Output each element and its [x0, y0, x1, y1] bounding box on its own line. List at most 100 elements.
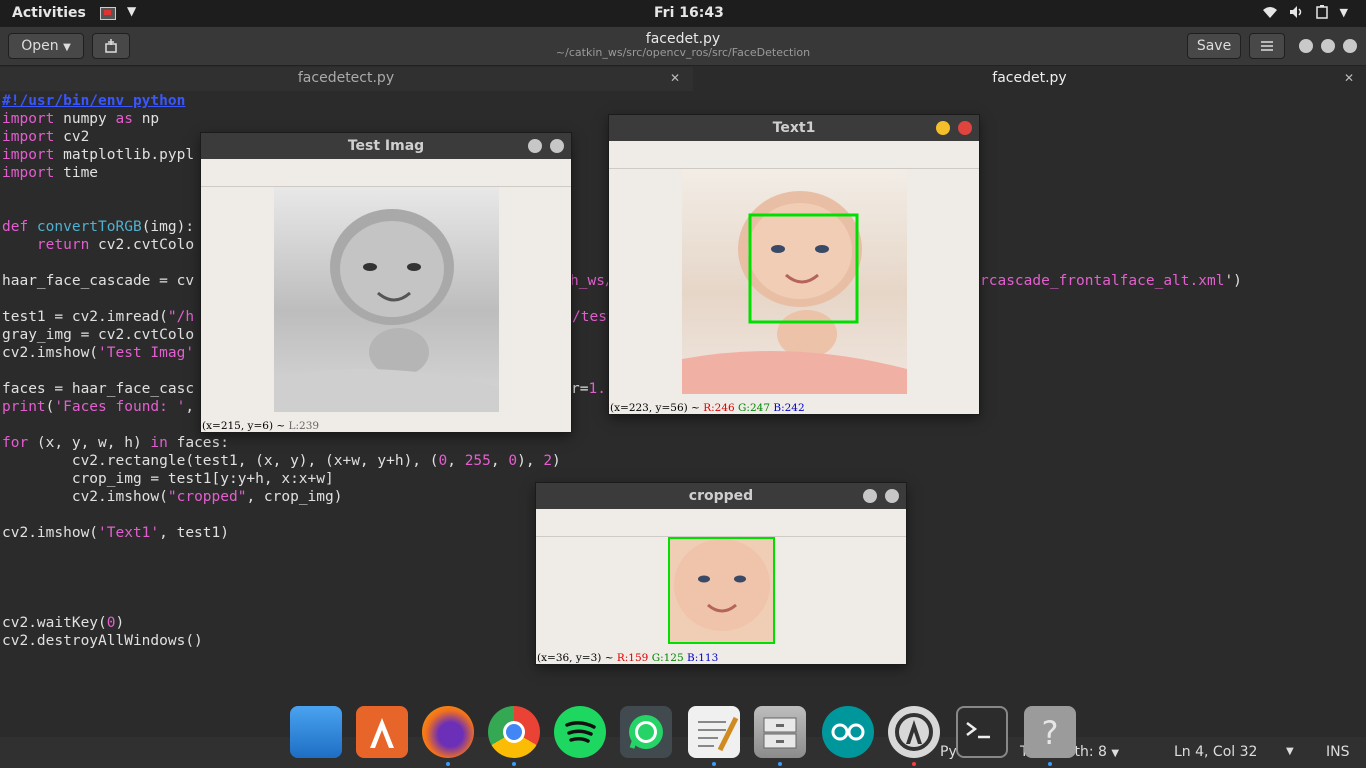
code-token: import: [2, 111, 55, 127]
code-token: test1 = cv2.imread(: [2, 309, 168, 325]
code-line: test1 = cv2.imread("/h: [2, 308, 194, 326]
text-editor-icon[interactable]: [688, 706, 740, 766]
code-line: cv2.imshow('Text1', test1): [2, 524, 229, 542]
clock[interactable]: Fri 16:43: [654, 5, 724, 21]
status-green: G:247: [738, 402, 771, 414]
minimize-button[interactable]: [528, 139, 542, 153]
firefox-icon[interactable]: [422, 706, 474, 766]
window-titlebar[interactable]: Test Imag: [201, 133, 571, 159]
window-test-imag[interactable]: Test Imag (x=215, y=6) ~ L:239: [201, 133, 571, 432]
terminal-icon[interactable]: [956, 706, 1008, 758]
activities-button[interactable]: Activities: [12, 5, 86, 21]
code-token: , test1): [159, 525, 229, 541]
document-title: facedet.py: [645, 31, 721, 47]
tab-label: facedet.py: [992, 70, 1067, 86]
pixel-status: (x=36, y=3) ~ R:159 G:125 B:113: [537, 652, 718, 664]
code-token: 255: [464, 453, 491, 469]
tab-facedet[interactable]: facedet.py ✕: [693, 67, 1366, 91]
svg-text:?: ?: [1042, 714, 1059, 752]
close-button[interactable]: [1343, 39, 1357, 53]
code-token: ),: [517, 453, 544, 469]
status-coords: (x=215, y=6) ~: [202, 420, 289, 432]
close-button[interactable]: [550, 139, 564, 153]
window-cropped[interactable]: cropped (x=36, y=3) ~ R:159 G:125 B:113: [536, 483, 906, 664]
battery-icon: [1316, 5, 1328, 19]
code-token: , crop_img): [246, 489, 343, 505]
window-title: Test Imag: [347, 138, 425, 154]
close-button[interactable]: [958, 121, 972, 135]
window-toolbar: [201, 159, 571, 187]
code-token: 0: [438, 453, 448, 469]
minimize-button[interactable]: [863, 489, 877, 503]
insert-mode: INS: [1326, 744, 1350, 760]
code-line: print('Faces found: ',: [2, 398, 194, 416]
code-token: as: [115, 111, 133, 127]
code-token: faces:: [167, 435, 229, 451]
window-toolbar: [536, 509, 906, 537]
save-button[interactable]: Save: [1187, 33, 1241, 59]
hamburger-menu-button[interactable]: [1249, 33, 1285, 59]
file-cabinet-icon[interactable]: [754, 706, 806, 766]
whatsapp-icon[interactable]: [620, 706, 672, 758]
code-token: '): [1224, 273, 1242, 289]
chevron-down-icon[interactable]: ▼: [1286, 746, 1294, 757]
code-token: 'Faces found: ': [54, 399, 186, 415]
code-line: for (x, y, w, h) in faces:: [2, 434, 229, 452]
close-icon[interactable]: ✕: [670, 67, 680, 89]
code-token: def: [2, 219, 29, 235]
software-updater-icon[interactable]: [888, 706, 940, 766]
status-coords: (x=223, y=56) ~: [610, 402, 704, 414]
code-line-fragment: r=1.: [571, 380, 606, 398]
files-icon[interactable]: [290, 706, 342, 758]
window-text1[interactable]: Text1 (x=223, y=56) ~ R:246 G:247 B:242: [609, 115, 979, 414]
system-tray[interactable]: ▼: [1262, 4, 1354, 20]
tab-bar: facedetect.py ✕ facedet.py ✕: [0, 67, 1366, 91]
code-line: import cv2: [2, 128, 89, 146]
window-titlebar[interactable]: Text1: [609, 115, 979, 141]
baby-face-image: [674, 539, 770, 631]
status-green: G:125: [651, 652, 684, 664]
chevron-down-icon[interactable]: ▼: [127, 4, 136, 18]
spotify-icon[interactable]: [554, 706, 606, 758]
close-button[interactable]: [885, 489, 899, 503]
chrome-icon[interactable]: [488, 706, 540, 766]
help-icon[interactable]: ?: [1024, 706, 1076, 766]
tab-facedetect[interactable]: facedetect.py ✕: [0, 67, 692, 91]
running-indicator: [446, 762, 450, 766]
dock: ?: [282, 700, 1082, 768]
code-token: import: [2, 165, 55, 181]
code-token: 0: [106, 615, 116, 631]
arduino-icon[interactable]: [822, 706, 874, 758]
spotify-glyph: [565, 721, 596, 743]
minimize-button[interactable]: [1299, 39, 1313, 53]
whatsapp-glyph: [629, 715, 663, 749]
code-token: 'Text1': [98, 525, 160, 541]
cursor-position[interactable]: Ln 4, Col 32: [1174, 744, 1257, 760]
code-line-fragment: rcascade_frontalface_alt.xml'): [980, 272, 1242, 290]
software-center-icon[interactable]: [356, 706, 408, 758]
maximize-button[interactable]: [1321, 39, 1335, 53]
baby-image: [682, 191, 907, 394]
baby-image: [274, 209, 499, 412]
code-line: faces = haar_face_casc: [2, 380, 194, 398]
code-line: crop_img = test1[y:y+h, x:x+w]: [2, 470, 334, 488]
pixel-status: (x=215, y=6) ~ L:239: [202, 420, 319, 432]
code-line: cv2.rectangle(test1, (x, y), (x+w, y+h),…: [2, 452, 561, 470]
app-menu-icon[interactable]: [100, 7, 116, 20]
status-red: R:246: [703, 402, 735, 414]
code-token: gray_img = cv2.cvtColo: [2, 327, 195, 343]
window-titlebar[interactable]: cropped: [536, 483, 906, 509]
code-line-fragment: h_ws/: [570, 272, 614, 290]
code-line: #!/usr/bin/env python: [2, 92, 185, 110]
minimize-button[interactable]: [936, 121, 950, 135]
code-line: cv2.imshow('Test Imag': [2, 344, 194, 362]
code-line: return cv2.cvtColo: [2, 236, 194, 254]
running-indicator: [912, 762, 916, 766]
close-icon[interactable]: ✕: [1344, 67, 1354, 89]
software-updater-glyph: [895, 713, 933, 751]
code-token: #!/usr/bin/env python: [2, 93, 186, 109]
code-token: ,: [490, 453, 509, 469]
code-line: cv2.imshow("cropped", crop_img): [2, 488, 343, 506]
code-token: cv2.cvtColo: [89, 237, 195, 253]
chevron-down-icon: ▼: [1111, 748, 1120, 759]
